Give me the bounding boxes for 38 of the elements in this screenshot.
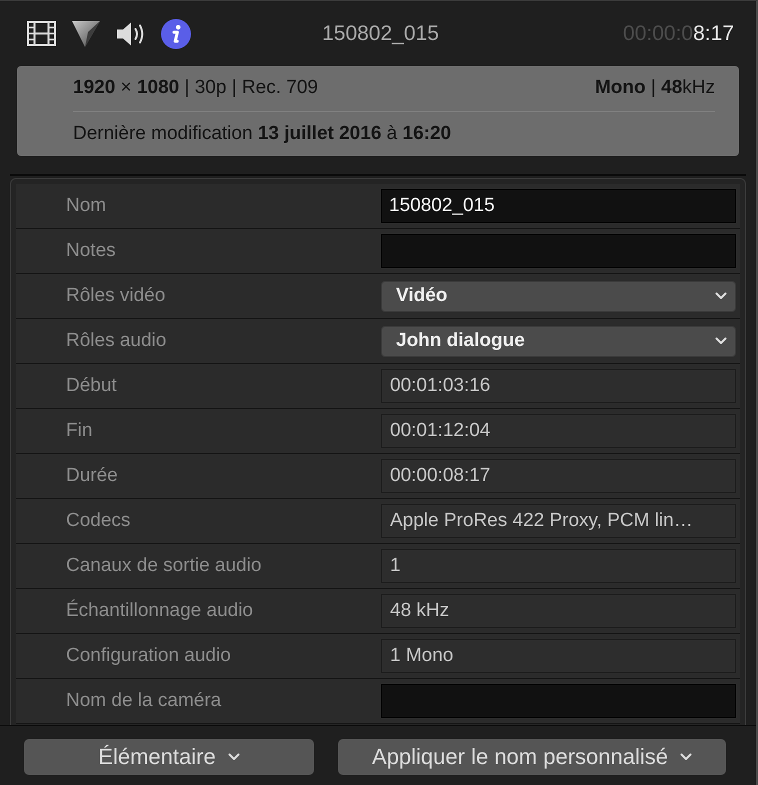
property-label: Durée — [65, 465, 118, 487]
value-field: 1 — [381, 549, 736, 583]
chevron-icon — [715, 337, 727, 345]
audio-info: Mono | 48kHz — [594, 77, 715, 100]
chevron-icon — [228, 753, 240, 761]
property-label: Nom de la caméra — [65, 690, 222, 712]
property-label: Début — [65, 375, 117, 397]
triangle-icon[interactable] — [71, 20, 101, 48]
value-field: Apple ProRes 422 Proxy, PCM lin… — [381, 504, 736, 538]
text-field[interactable] — [381, 234, 736, 268]
property-label: Rôles vidéo — [65, 285, 166, 307]
value-field: 1 Mono — [381, 639, 736, 673]
info-icon[interactable] — [161, 18, 191, 48]
modified-date: Dernière modification 13 juillet 2016 à 16:20 — [73, 122, 452, 145]
dropdown[interactable]: Vidéo — [381, 280, 736, 312]
property-label: Échantillonnage audio — [65, 600, 253, 622]
clip-title: 150802_015 — [322, 22, 439, 46]
property-label: Codecs — [65, 510, 130, 532]
value-field: 00:00:08:17 — [381, 459, 736, 493]
value-field: 00:01:03:16 — [381, 369, 736, 403]
speaker-icon[interactable] — [116, 20, 146, 46]
property-label: Fin — [65, 420, 92, 442]
chevron-icon — [715, 292, 727, 300]
text-field[interactable] — [381, 684, 736, 718]
property-label: Nom — [65, 195, 106, 217]
menu-button[interactable]: Élémentaire — [24, 739, 314, 775]
property-label: Configuration audio — [65, 645, 231, 667]
dropdown[interactable]: John dialogue — [381, 326, 736, 356]
menu-button[interactable]: Appliquer le nom personnalisé — [338, 739, 726, 775]
property-label: Notes — [65, 240, 116, 262]
text-field[interactable]: 150802_015 — [381, 189, 736, 223]
value-field: 00:01:12:04 — [381, 414, 736, 448]
film-strip-icon[interactable] — [27, 21, 56, 46]
chevron-icon — [680, 753, 692, 761]
format-info: 1920 × 1080 | 30p | Rec. 709 — [73, 77, 318, 100]
value-field: 48 kHz — [381, 594, 736, 628]
property-label: Rôles audio — [65, 330, 166, 352]
property-label: Canaux de sortie audio — [65, 555, 262, 577]
